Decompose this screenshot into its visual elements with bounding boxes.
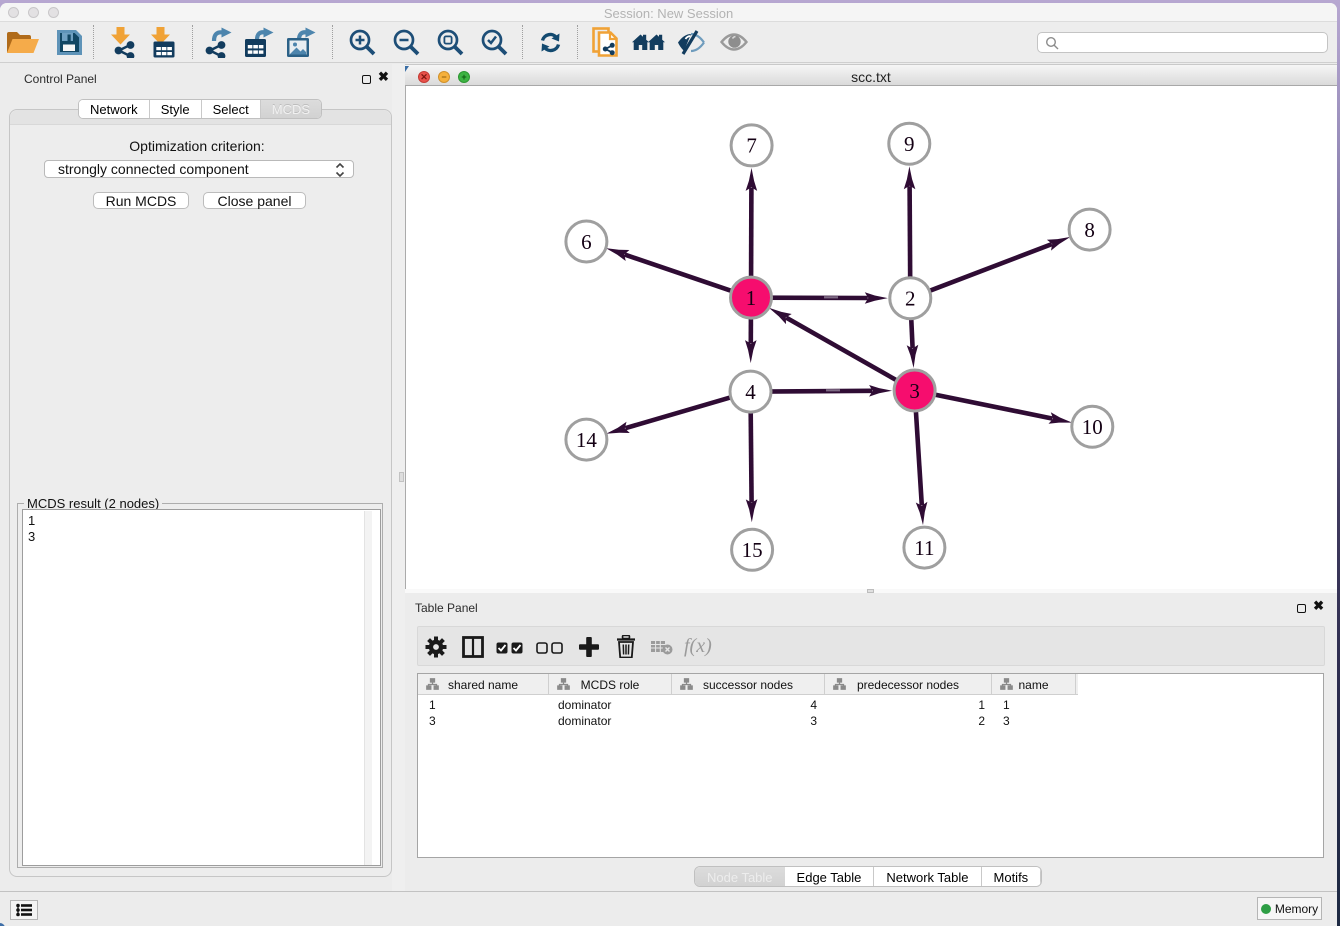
svg-text:1: 1 [746, 286, 757, 310]
svg-text:7: 7 [746, 134, 757, 158]
svg-text:15: 15 [742, 538, 763, 562]
svg-text:6: 6 [581, 230, 592, 254]
svg-text:3: 3 [909, 379, 920, 403]
svg-text:2: 2 [905, 287, 916, 311]
svg-text:4: 4 [745, 380, 756, 404]
svg-text:14: 14 [576, 428, 598, 452]
svg-text:11: 11 [914, 536, 934, 560]
svg-text:8: 8 [1084, 218, 1095, 242]
svg-text:10: 10 [1082, 415, 1103, 439]
svg-text:9: 9 [904, 132, 915, 156]
